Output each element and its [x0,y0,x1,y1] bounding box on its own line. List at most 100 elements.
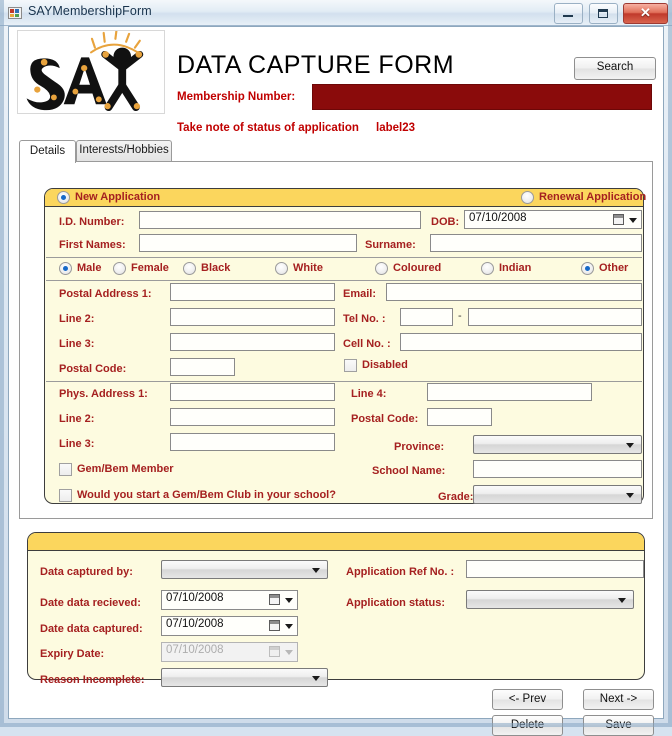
calendar-icon [269,646,280,657]
dob-value: 07/10/2008 [469,212,527,224]
reason-incomplete-label: Reason Incomplete: [40,674,145,686]
say-logo [17,30,165,114]
first-names-label: First Names: [59,239,126,251]
date-received-label: Date data recieved: [40,597,141,609]
window-title: SAYMembershipForm [28,4,152,18]
tel-code-input[interactable] [400,308,453,326]
dob-datepicker[interactable]: 07/10/2008 [464,210,642,229]
radio-coloured-label: Coloured [393,262,442,274]
radio-indian-label: Indian [499,262,532,274]
id-number-label: I.D. Number: [59,216,125,228]
chevron-down-icon [629,217,637,223]
membership-number-label: Membership Number: [177,91,296,103]
radio-coloured-icon [375,262,388,275]
calendar-icon [269,594,280,605]
prev-button[interactable]: <- Prev [492,689,563,710]
tab-strip: Details Interests/Hobbies [19,140,653,163]
postal-code-input[interactable] [170,358,235,376]
phys-address-1-label: Phys. Address 1: [59,388,148,400]
app-status-select[interactable] [466,590,634,609]
postal-line3-label: Line 3: [59,338,95,350]
app-ref-no-input[interactable] [466,560,644,578]
membership-number-field[interactable] [312,84,652,110]
phys-postal-code-input[interactable] [427,408,492,426]
maximize-button[interactable] [588,3,618,24]
date-captured-datepicker[interactable]: 07/10/2008 [161,616,298,636]
date-captured-label: Date data captured: [40,623,143,635]
chevron-down-icon [626,442,634,448]
radio-female-label: Female [131,262,169,274]
checkbox-disabled-icon [344,359,357,372]
delete-button[interactable]: Delete [492,715,563,736]
title-bar: SAYMembershipForm ✕ [0,0,672,26]
application-icon [8,7,22,19]
expiry-date-value: 07/10/2008 [166,644,224,656]
dob-label: DOB: [431,216,460,228]
surname-input[interactable] [430,234,642,252]
divider-1 [46,257,642,258]
checkbox-disabled-label: Disabled [362,359,408,371]
first-names-input[interactable] [139,234,357,252]
phys-address-1-input[interactable] [170,383,335,401]
details-group-box: New Application Renewal Application I.D.… [44,188,646,504]
id-number-input[interactable] [139,211,421,229]
app-status-label: Application status: [346,597,446,609]
radio-female-icon [113,262,126,275]
tab-page-details: New Application Renewal Application I.D.… [19,161,653,519]
cell-no-input[interactable] [400,333,642,351]
page-title: DATA CAPTURE FORM [177,51,455,79]
chevron-down-icon [285,598,293,603]
grade-select[interactable] [473,485,642,504]
postal-code-label: Postal Code: [59,363,127,375]
tel-separator: - [458,310,462,322]
label23: label23 [376,122,415,134]
reason-incomplete-select[interactable] [161,668,328,687]
postal-line3-input[interactable] [170,333,335,351]
close-button[interactable]: ✕ [623,3,668,24]
radio-renewal-application-icon [521,191,534,204]
next-button[interactable]: Next -> [583,689,654,710]
postal-address-1-input[interactable] [170,283,335,301]
tab-details[interactable]: Details [19,140,76,163]
grade-label: Grade: [438,491,474,503]
chevron-down-icon [626,492,634,498]
expiry-date-label: Expiry Date: [40,648,105,660]
radio-indian-icon [481,262,494,275]
chevron-down-icon [285,650,293,655]
data-captured-by-label: Data captured by: [40,566,133,578]
search-button[interactable]: Search [574,57,656,80]
school-name-input[interactable] [473,460,642,478]
expiry-date-datepicker: 07/10/2008 [161,642,298,662]
capture-group-header [28,533,644,551]
application-window: SAYMembershipForm ✕ DATA CAPTURE FORM Me… [0,0,672,736]
chevron-down-icon [312,567,320,573]
province-select[interactable] [473,435,642,454]
radio-white-icon [275,262,288,275]
tel-number-input[interactable] [468,308,642,326]
chevron-down-icon [618,597,626,603]
email-label: Email: [343,288,377,300]
phys-line3-label: Line 3: [59,438,95,450]
line4-input[interactable] [427,383,592,401]
status-note-label: Take note of status of application [177,122,359,134]
email-input[interactable] [386,283,642,301]
phys-line3-input[interactable] [170,433,335,451]
chevron-down-icon [285,624,293,629]
postal-line2-input[interactable] [170,308,335,326]
save-button[interactable]: Save [583,715,654,736]
calendar-icon [269,620,280,631]
radio-other-label: Other [599,262,629,274]
phys-line2-input[interactable] [170,408,335,426]
minimize-button[interactable] [554,3,584,24]
tel-no-label: Tel No. : [343,313,386,325]
radio-male-label: Male [77,262,102,274]
phys-postal-code-label: Postal Code: [351,413,419,425]
data-captured-by-select[interactable] [161,560,328,579]
radio-other-icon [581,262,594,275]
cell-no-label: Cell No. : [343,338,391,350]
chevron-down-icon [312,675,320,681]
tab-interests-hobbies[interactable]: Interests/Hobbies [76,140,172,161]
surname-label: Surname: [365,239,416,251]
date-received-datepicker[interactable]: 07/10/2008 [161,590,298,610]
checkbox-gem-bem-club-icon [59,489,72,502]
